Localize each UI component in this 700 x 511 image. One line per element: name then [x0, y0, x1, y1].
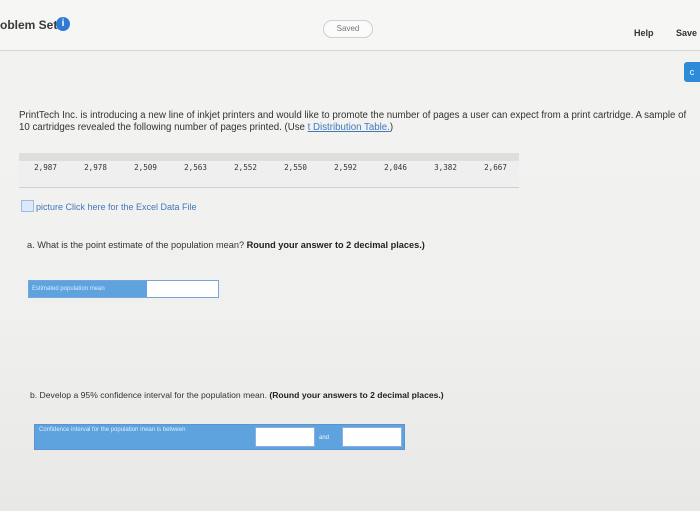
part-b-instruction: (Round your answers to 2 decimal places.… — [269, 390, 444, 400]
page-title: oblem Set — [0, 18, 58, 32]
sample-value: 2,550 — [284, 163, 307, 172]
sample-value: 2,592 — [334, 163, 357, 172]
sample-value: 3,382 — [434, 163, 457, 172]
part-a-instruction: Round your answer to 2 decimal places.) — [246, 240, 425, 250]
sample-value: 2,667 — [484, 163, 507, 172]
question-text: PrintTech Inc. is introducing a new line… — [19, 110, 694, 133]
estimated-mean-field[interactable]: Estimated population mean — [28, 280, 219, 298]
part-a-prompt: a. What is the point estimate of the pop… — [27, 240, 245, 250]
excel-link-text: picture Click here for the Excel Data Fi… — [36, 202, 197, 212]
top-bar: oblem Set i Saved Help Save — [0, 0, 700, 51]
part-b-prompt: b. Develop a 95% confidence interval for… — [30, 390, 267, 400]
ci-and-label: and — [319, 435, 330, 441]
page: oblem Set i Saved Help Save c PrintTech … — [0, 0, 700, 511]
image-icon — [21, 200, 34, 212]
part-a-question: a. What is the point estimate of the pop… — [27, 240, 425, 250]
sample-data-table: 2,987 2,978 2,509 2,563 2,552 2,550 2,59… — [19, 153, 519, 188]
excel-data-file-link[interactable]: picture Click here for the Excel Data Fi… — [21, 200, 197, 212]
sample-value: 2,987 — [34, 163, 57, 172]
question-closing: ) — [389, 121, 394, 133]
distribution-table-link[interactable]: t Distribution Table. — [308, 122, 390, 133]
confidence-interval-label: Confidence interval for the population m… — [39, 427, 186, 433]
sample-value: 2,563 — [184, 163, 207, 172]
sample-data-row: 2,987 2,978 2,509 2,563 2,552 2,550 2,59… — [19, 163, 519, 175]
ci-upper-input[interactable] — [342, 427, 402, 447]
info-icon[interactable]: i — [56, 17, 70, 31]
save-button[interactable]: Save — [676, 28, 697, 38]
help-button[interactable]: Help — [634, 28, 654, 38]
sample-value: 2,552 — [234, 163, 257, 172]
sample-value: 2,046 — [384, 163, 407, 172]
estimated-mean-label: Estimated population mean — [29, 281, 147, 297]
saved-status-badge: Saved — [323, 20, 373, 38]
side-tab-button[interactable]: c — [684, 62, 700, 82]
sample-value: 2,978 — [84, 163, 107, 172]
ci-lower-input[interactable] — [255, 427, 315, 447]
confidence-interval-box: Confidence interval for the population m… — [34, 424, 405, 450]
part-b-question: b. Develop a 95% confidence interval for… — [30, 390, 444, 400]
sample-value: 2,509 — [134, 163, 157, 172]
